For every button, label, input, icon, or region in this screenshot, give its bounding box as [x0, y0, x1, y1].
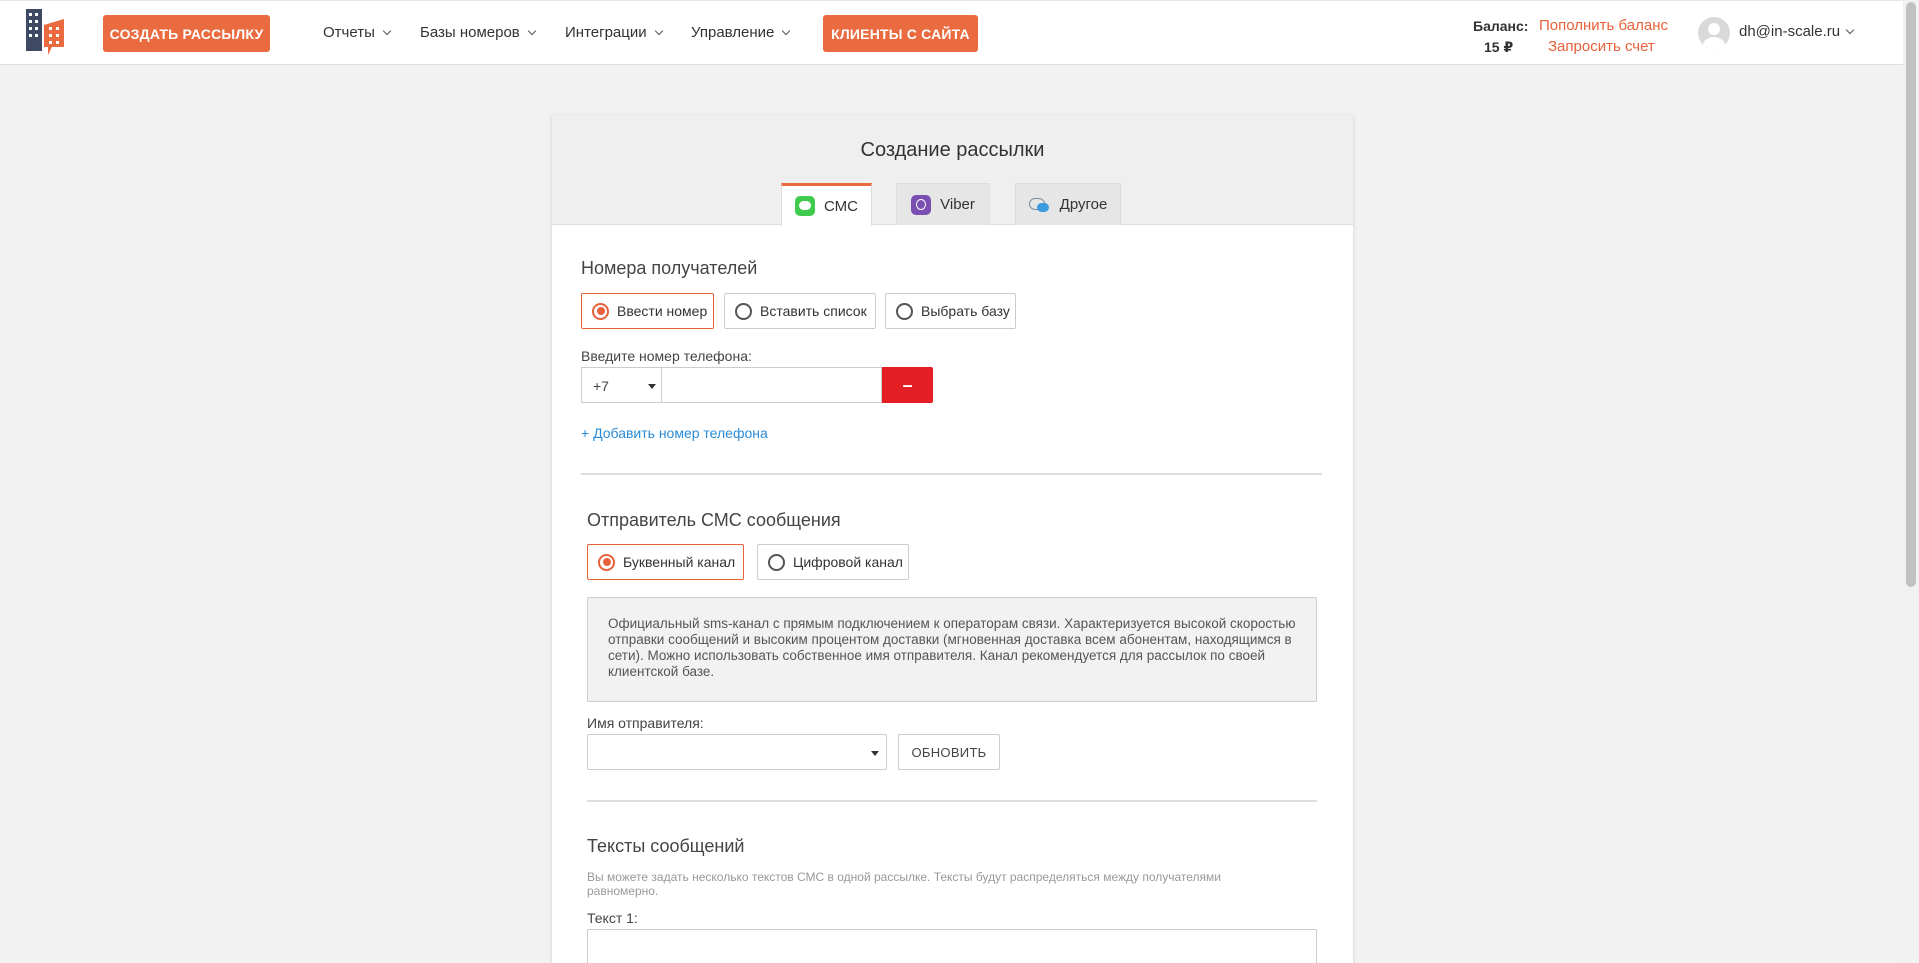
- nav-integrations-label: Интеграции: [565, 24, 647, 41]
- nav-reports[interactable]: Отчеты: [323, 24, 392, 41]
- radio-icon: [592, 302, 609, 320]
- chevron-down-icon: [782, 26, 791, 35]
- card-header: Создание рассылки СМС Viber Другое: [552, 115, 1353, 226]
- radio-select-base-label: Выбрать базу: [921, 303, 1010, 319]
- radio-icon: [896, 302, 913, 320]
- user-email: dh@in-scale.ru: [1739, 23, 1841, 40]
- nav-number-bases[interactable]: Базы номеров: [420, 24, 537, 41]
- chevron-down-icon: [527, 26, 537, 35]
- radio-paste-list-label: Вставить список: [760, 303, 867, 319]
- create-mailing-button[interactable]: СОЗДАТЬ РАССЫЛКУ: [103, 15, 270, 52]
- refresh-button[interactable]: ОБНОВИТЬ: [898, 734, 1000, 770]
- tab-other[interactable]: Другое: [1015, 183, 1121, 225]
- radio-icon: [768, 553, 785, 571]
- radio-select-base[interactable]: Выбрать базу: [885, 293, 1016, 329]
- phone-input[interactable]: [661, 367, 882, 403]
- chat-bubbles-icon: [1028, 196, 1051, 214]
- text1-label: Текст 1:: [587, 910, 638, 926]
- tab-sms-label: СМС: [824, 197, 858, 215]
- user-menu[interactable]: dh@in-scale.ru: [1739, 23, 1855, 40]
- caret-down-icon: [871, 751, 879, 756]
- scrollbar-thumb[interactable]: [1906, 2, 1916, 587]
- sender-title: Отправитель СМС сообщения: [587, 510, 841, 530]
- tab-viber[interactable]: Viber: [896, 183, 990, 225]
- radio-alpha-channel[interactable]: Буквенный канал: [587, 544, 744, 580]
- chevron-down-icon: [1845, 25, 1855, 34]
- nav-management[interactable]: Управление: [691, 24, 791, 41]
- messages-title: Тексты сообщений: [587, 836, 745, 856]
- nav-management-label: Управление: [691, 24, 775, 41]
- page-title: Создание рассылки: [860, 139, 1045, 161]
- balance-value: 15 ₽: [1484, 39, 1514, 55]
- radio-paste-list[interactable]: Вставить список: [724, 293, 876, 329]
- text1-textarea[interactable]: [587, 929, 1317, 963]
- company-logo[interactable]: [24, 7, 66, 57]
- radio-icon: [735, 302, 752, 320]
- section-divider: [587, 800, 1317, 802]
- chevron-down-icon: [382, 26, 392, 35]
- top-navbar: СОЗДАТЬ РАССЫЛКУ Отчеты Базы номеров Инт…: [0, 0, 1903, 65]
- channel-description: Официальный sms-канал с прямым подключен…: [587, 597, 1317, 702]
- sender-name-label: Имя отправителя:: [587, 715, 704, 731]
- radio-enter-number-label: Ввести номер: [617, 303, 708, 319]
- sms-icon: [795, 196, 815, 216]
- radio-digital-channel[interactable]: Цифровой канал: [757, 544, 909, 580]
- topup-balance-link[interactable]: Пополнить баланс: [1539, 17, 1668, 34]
- request-invoice-link[interactable]: Запросить счет: [1548, 38, 1655, 55]
- site-clients-button[interactable]: КЛИЕНТЫ С САЙТА: [823, 15, 978, 52]
- viber-icon: [911, 194, 932, 215]
- balance-label: Баланс:: [1473, 18, 1529, 34]
- sender-name-select[interactable]: [587, 734, 887, 770]
- nav-number-bases-label: Базы номеров: [420, 24, 520, 41]
- country-code-select[interactable]: +7: [581, 367, 662, 403]
- recipients-title: Номера получателей: [581, 258, 758, 278]
- tab-sms[interactable]: СМС: [781, 183, 872, 226]
- avatar[interactable]: [1698, 17, 1730, 49]
- add-phone-link[interactable]: + Добавить номер телефона: [581, 425, 768, 441]
- remove-phone-button[interactable]: –: [882, 367, 933, 403]
- tab-other-label: Другое: [1059, 196, 1108, 213]
- radio-alpha-channel-label: Буквенный канал: [623, 554, 736, 570]
- section-divider: [581, 473, 1322, 475]
- tab-viber-label: Viber: [940, 196, 975, 213]
- country-code-value: +7: [593, 378, 609, 394]
- radio-enter-number[interactable]: Ввести номер: [581, 293, 714, 329]
- radio-digital-channel-label: Цифровой канал: [793, 554, 903, 570]
- nav-reports-label: Отчеты: [323, 24, 375, 41]
- caret-down-icon: [648, 384, 656, 389]
- phone-label: Введите номер телефона:: [581, 348, 752, 364]
- radio-icon: [598, 553, 615, 571]
- chevron-down-icon: [654, 26, 663, 35]
- nav-integrations[interactable]: Интеграции: [565, 24, 663, 41]
- messages-hint: Вы можете задать несколько текстов СМС в…: [587, 870, 1222, 898]
